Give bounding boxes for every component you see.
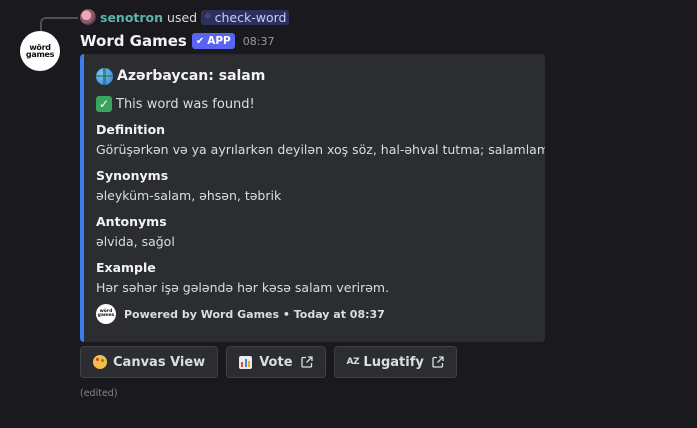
command-name: check-word: [214, 9, 287, 25]
lugatify-button[interactable]: AZ Lugatify: [333, 346, 457, 378]
embed-title: Azərbaycan: salam: [96, 66, 533, 86]
message-timestamp[interactable]: 08:37: [243, 35, 275, 48]
bar-chart-icon: [239, 355, 253, 369]
found-text: This word was found!: [116, 96, 255, 112]
app-badge-label: APP: [207, 35, 231, 47]
reply-username[interactable]: senotron: [100, 10, 163, 25]
edited-label: (edited): [80, 388, 118, 399]
field-synonyms-value: əleyküm-salam, əhsən, təbrik: [96, 188, 282, 203]
bot-avatar[interactable]: wörd games: [20, 31, 60, 71]
embed-title-text: Azərbaycan: salam: [117, 68, 266, 84]
command-icon: ⁘: [204, 12, 212, 22]
discord-message: senotron used ⁘ check-word wörd games Wor…: [0, 0, 697, 428]
globe-icon: [96, 67, 113, 85]
lugatify-label: Lugatify: [363, 354, 424, 370]
field-synonyms-name: Synonyms: [96, 168, 169, 183]
footer-text: Powered by Word Games • Today at 08:37: [124, 307, 385, 321]
az-icon: AZ: [346, 357, 360, 367]
field-example-name: Example: [96, 260, 156, 275]
reply-connector: [40, 17, 78, 31]
canvas-view-button[interactable]: Canvas View: [80, 346, 219, 378]
field-definition-value: Görüşərkən və ya ayrılarkən deyilən xoş …: [96, 142, 545, 157]
slash-command-mention[interactable]: ⁘ check-word: [201, 9, 290, 25]
reply-avatar[interactable]: [80, 9, 96, 25]
field-definition-name: Definition: [96, 122, 166, 137]
embed-footer: wörd games Powered by Word Games • Today …: [96, 304, 385, 324]
avatar-logo-icon: wörd games: [25, 43, 55, 59]
embed-card: Azərbaycan: salam ✓ This word was found!…: [80, 54, 545, 342]
author-name[interactable]: Word Games: [80, 32, 187, 50]
reply-used-text: used: [167, 9, 198, 25]
palette-icon: [93, 355, 107, 369]
footer-logo-icon: wörd games: [96, 304, 116, 324]
field-example-value: Hər səhər işə gələndə hər kəsə salam ver…: [96, 280, 390, 295]
field-antonyms-value: əlvida, sağol: [96, 234, 175, 249]
vote-button[interactable]: Vote: [226, 346, 326, 378]
action-row: Canvas View Vote AZ Lugatify: [80, 346, 465, 378]
reply-reference[interactable]: senotron used ⁘ check-word: [80, 8, 290, 26]
app-badge: ✔ APP: [191, 33, 235, 49]
field-antonyms-name: Antonyms: [96, 214, 167, 229]
external-link-icon: [300, 356, 313, 368]
vote-label: Vote: [259, 354, 293, 370]
found-status: ✓ This word was found!: [96, 95, 533, 113]
external-link-icon: [432, 356, 444, 368]
message-header: Word Games ✔ APP 08:37: [80, 32, 274, 50]
canvas-view-label: Canvas View: [113, 354, 206, 370]
check-mark-icon: ✓: [96, 96, 112, 112]
verified-check-icon: ✔: [195, 35, 205, 47]
